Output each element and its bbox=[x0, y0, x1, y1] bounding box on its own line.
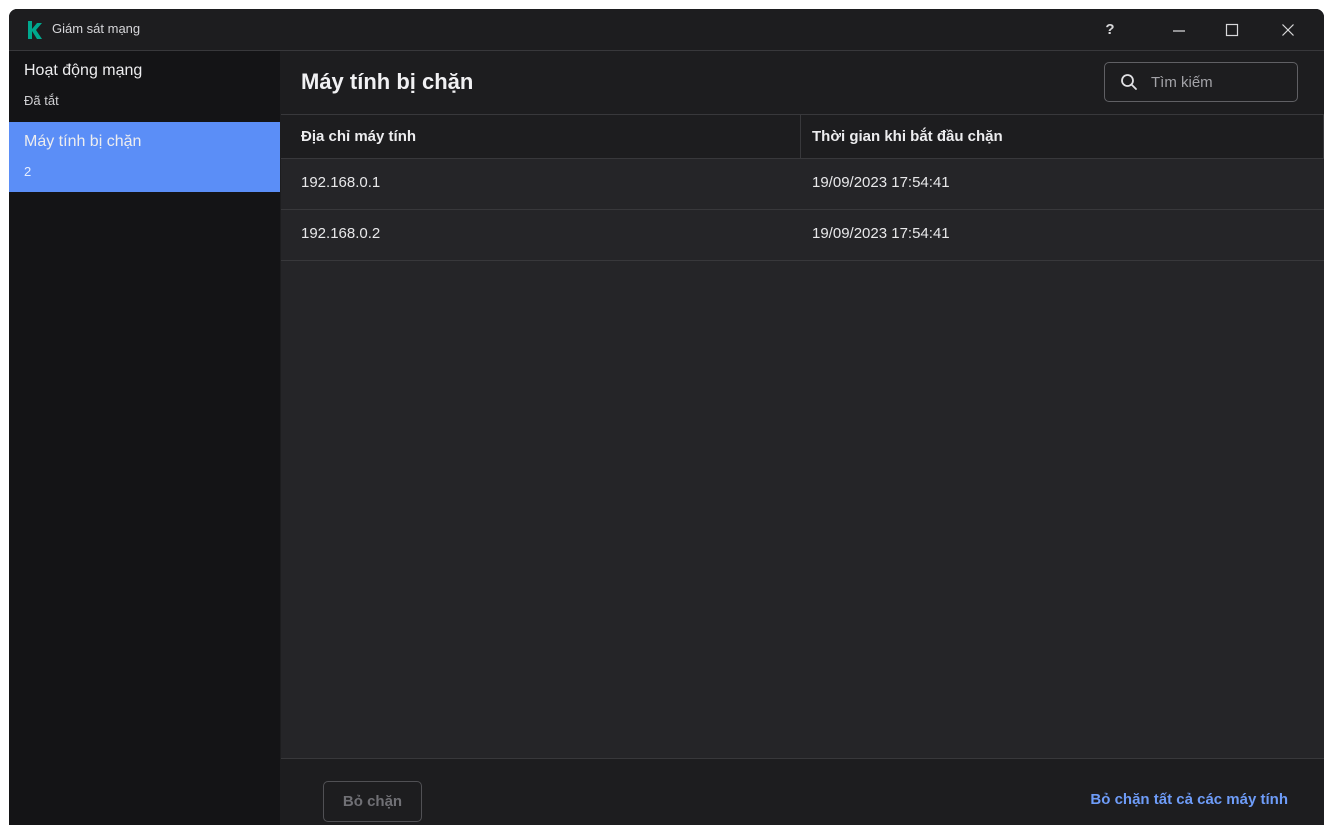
kaspersky-logo-icon bbox=[28, 21, 42, 39]
unblock-button[interactable]: Bỏ chặn bbox=[323, 781, 422, 822]
cell-address: 192.168.0.2 bbox=[301, 225, 381, 242]
table-row[interactable]: 192.168.0.2 19/09/2023 17:54:41 bbox=[281, 210, 1324, 261]
column-header-address[interactable]: Địa chỉ máy tính bbox=[301, 115, 416, 159]
search-box[interactable] bbox=[1104, 62, 1298, 102]
help-button[interactable]: ? bbox=[1087, 9, 1133, 50]
footer-bar: Bỏ chặn Bỏ chặn tất cả các máy tính bbox=[281, 758, 1324, 825]
help-icon: ? bbox=[1105, 21, 1115, 38]
search-icon bbox=[1121, 74, 1137, 90]
close-icon bbox=[1282, 23, 1294, 36]
main-panel: Máy tính bị chặn Địa chỉ máy tính Thời g… bbox=[281, 51, 1324, 825]
cell-block-time: 19/09/2023 17:54:41 bbox=[812, 174, 950, 191]
app-window: Giám sát mạng ? Hoạt động mạng Đã tắt Má… bbox=[9, 9, 1324, 825]
column-header-block-time[interactable]: Thời gian khi bắt đầu chặn bbox=[812, 115, 1003, 159]
blocked-computers-table: Địa chỉ máy tính Thời gian khi bắt đầu c… bbox=[281, 114, 1324, 261]
sidebar-item-blocked-computers[interactable]: Máy tính bị chặn 2 bbox=[9, 122, 280, 192]
page-header: Máy tính bị chặn bbox=[281, 51, 1324, 114]
column-divider[interactable] bbox=[1323, 115, 1324, 159]
sidebar-item-network-activity[interactable]: Hoạt động mạng Đã tắt bbox=[9, 51, 280, 121]
close-button[interactable] bbox=[1265, 9, 1311, 50]
sidebar: Hoạt động mạng Đã tắt Máy tính bị chặn 2 bbox=[9, 51, 280, 825]
minimize-icon bbox=[1173, 29, 1185, 32]
minimize-button[interactable] bbox=[1156, 9, 1202, 50]
sidebar-item-label: Máy tính bị chặn bbox=[24, 133, 142, 150]
table-header: Địa chỉ máy tính Thời gian khi bắt đầu c… bbox=[281, 114, 1324, 159]
search-input[interactable] bbox=[1151, 71, 1291, 93]
maximize-icon bbox=[1225, 23, 1239, 36]
window-title: Giám sát mạng bbox=[52, 21, 141, 36]
page-title: Máy tính bị chặn bbox=[301, 69, 474, 94]
column-divider[interactable] bbox=[800, 115, 801, 159]
table-row[interactable]: 192.168.0.1 19/09/2023 17:54:41 bbox=[281, 159, 1324, 210]
cell-address: 192.168.0.1 bbox=[301, 174, 381, 191]
cell-block-time: 19/09/2023 17:54:41 bbox=[812, 225, 950, 242]
sidebar-item-count: 2 bbox=[24, 164, 32, 179]
sidebar-item-label: Hoạt động mạng bbox=[24, 62, 143, 79]
maximize-button[interactable] bbox=[1209, 9, 1255, 50]
title-bar[interactable]: Giám sát mạng ? bbox=[9, 9, 1324, 51]
sidebar-item-status: Đã tắt bbox=[24, 93, 59, 108]
unblock-all-link[interactable]: Bỏ chặn tất cả các máy tính bbox=[1090, 791, 1288, 808]
